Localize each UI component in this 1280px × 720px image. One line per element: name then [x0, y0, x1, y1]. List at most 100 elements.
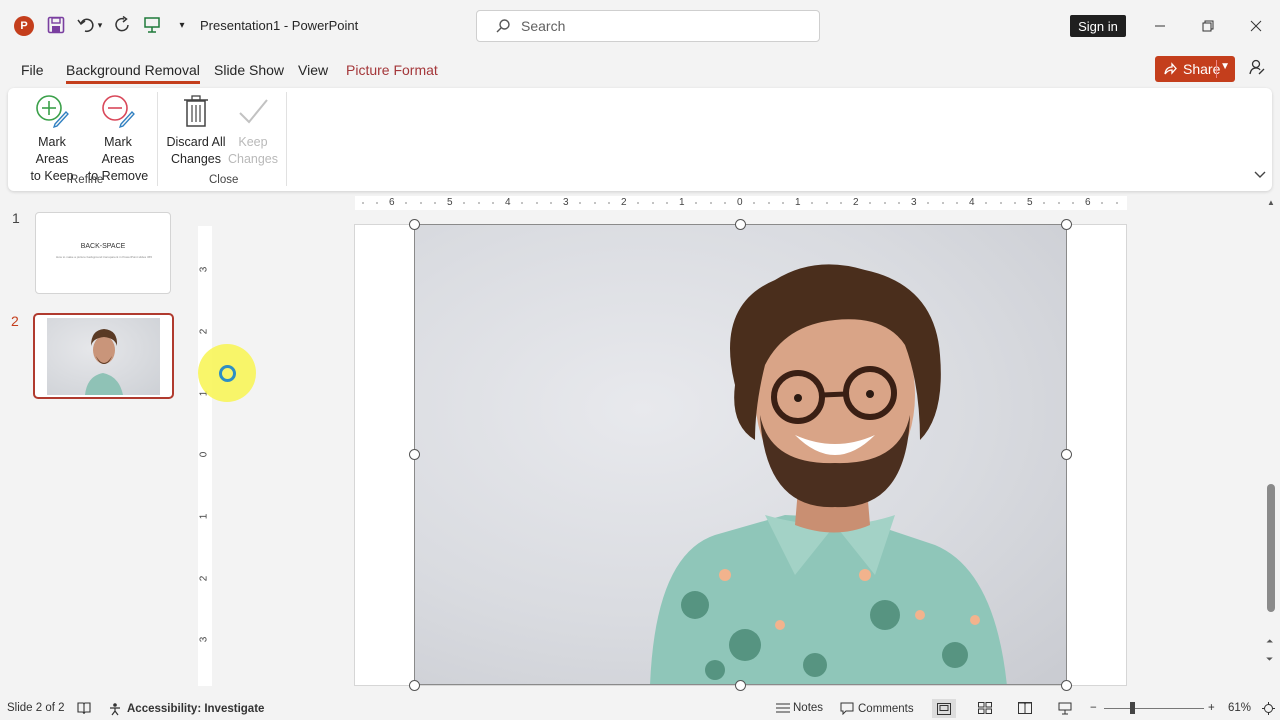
trash-icon [179, 94, 213, 128]
ribbon-collapse-icon[interactable] [1254, 168, 1266, 182]
keep-line1: Keep [238, 135, 268, 149]
ruler-label: 2 [198, 328, 210, 335]
resize-handle-left[interactable] [409, 449, 420, 460]
redo-icon[interactable] [112, 14, 134, 36]
notes-button[interactable]: Notes [776, 702, 823, 714]
sign-in-button[interactable]: Sign in [1070, 15, 1126, 37]
vertical-scrollbar[interactable]: ▲ ⏶ ⏷ [1262, 196, 1280, 696]
pencil-minus-icon [101, 94, 135, 128]
comment-icon [840, 702, 854, 715]
zoom-out-icon[interactable]: − [1090, 702, 1097, 714]
ruler-label: 1 [795, 197, 801, 208]
ribbon: Mark Areas to Keep Mark Areas to Remove … [8, 88, 1272, 191]
customize-toolbar-icon[interactable]: ▾ [171, 14, 193, 36]
share-icon [1164, 62, 1177, 75]
undo-dropdown-icon[interactable]: ▾ [94, 14, 106, 36]
ruler-label: 0 [198, 451, 210, 458]
ruler-label: 3 [911, 197, 917, 208]
tab-slide-show[interactable]: Slide Show [214, 62, 284, 78]
resize-handle-right[interactable] [1061, 449, 1072, 460]
mark-keep-line1: Mark Areas [35, 135, 69, 166]
ruler-label: 5 [447, 197, 453, 208]
slide-thumbnail-2[interactable] [33, 313, 174, 399]
cursor-ring-icon [219, 365, 236, 382]
search-icon [496, 19, 510, 33]
ruler-label: 5 [1027, 197, 1033, 208]
ruler-label: 3 [198, 266, 210, 273]
zoom-slider-thumb[interactable] [1130, 702, 1135, 714]
resize-handle-bottom-left[interactable] [409, 680, 420, 691]
scroll-up-icon[interactable]: ▲ [1267, 198, 1275, 207]
ruler-label: 1 [198, 513, 210, 520]
keep-changes-button[interactable]: Keep Changes [226, 94, 280, 168]
status-bar: Slide 2 of 2 Accessibility: Investigate … [0, 697, 1280, 720]
zoom-slider-track[interactable] [1104, 708, 1204, 709]
close-icon[interactable] [1244, 14, 1268, 38]
minimize-icon[interactable] [1148, 14, 1172, 38]
ruler-label: 3 [198, 636, 210, 643]
thumb-title: BACK-SPACE [80, 243, 126, 250]
save-icon[interactable] [45, 14, 67, 36]
share-dropdown-icon[interactable]: ▼ [1220, 61, 1230, 72]
slide-show-view-icon[interactable] [1058, 702, 1072, 715]
thumb-subtitle: How to make a picture background transpa… [55, 255, 153, 259]
zoom-level[interactable]: 61% [1228, 702, 1251, 714]
accessibility-icon [110, 703, 120, 716]
slide-number-2: 2 [11, 313, 19, 329]
group-separator [157, 92, 158, 186]
tab-file[interactable]: File [21, 62, 44, 78]
keep-line2: Changes [227, 152, 279, 166]
search-box[interactable]: Search [476, 10, 820, 42]
thumb-picture [47, 318, 160, 395]
ruler-label: 3 [563, 197, 569, 208]
resize-handle-top-left[interactable] [409, 219, 420, 230]
previous-slide-icon[interactable]: ⏶ [1266, 636, 1273, 647]
ruler-label: 2 [853, 197, 859, 208]
horizontal-ruler: 6 5 4 3 2 1 0 1 2 3 4 5 6 [355, 196, 1127, 210]
comments-pane-icon[interactable] [1248, 58, 1266, 81]
group-label-refine: Refine [70, 174, 104, 186]
mark-areas-to-remove-button[interactable]: Mark Areas to Remove [87, 94, 149, 185]
tab-picture-format[interactable]: Picture Format [346, 62, 438, 78]
tab-view[interactable]: View [298, 62, 328, 78]
tab-background-removal[interactable]: Background Removal [66, 62, 200, 84]
share-button[interactable]: Share ▼ [1155, 56, 1235, 82]
ruler-label: 4 [969, 197, 975, 208]
reading-view-icon[interactable] [1018, 702, 1032, 714]
ruler-label: 0 [737, 197, 743, 208]
ribbon-tabs: File Background Removal Slide Show View … [0, 52, 1280, 88]
resize-handle-top-right[interactable] [1061, 219, 1072, 230]
mark-keep-line2: to Keep [30, 169, 74, 183]
resize-handle-bottom-right[interactable] [1061, 680, 1072, 691]
restore-icon[interactable] [1196, 14, 1220, 38]
share-label: Share [1183, 61, 1221, 77]
scrollbar-thumb[interactable] [1267, 484, 1275, 612]
fit-slide-icon[interactable] [1262, 702, 1275, 715]
title-bar: P ▾ ▾ Presentation1 - PowerPoint Search … [0, 0, 1280, 52]
present-from-beginning-icon[interactable] [141, 14, 163, 36]
slide-thumbnail-1[interactable]: BACK-SPACE How to make a picture backgro… [35, 212, 171, 294]
notes-icon [776, 703, 790, 713]
group-label-close: Close [209, 174, 239, 186]
selected-picture[interactable] [414, 224, 1067, 685]
resize-handle-bottom[interactable] [735, 680, 746, 691]
comments-button[interactable]: Comments [840, 702, 914, 715]
mark-areas-to-keep-button[interactable]: Mark Areas to Keep [21, 94, 83, 185]
spelling-check-icon[interactable] [77, 702, 91, 715]
discard-line1: Discard All [166, 135, 226, 149]
discard-all-changes-button[interactable]: Discard All Changes [165, 94, 227, 168]
vertical-ruler: 3 2 1 0 1 2 3 [198, 226, 212, 686]
ruler-label: 6 [389, 197, 395, 208]
accessibility-checker[interactable]: Accessibility: Investigate [109, 702, 264, 716]
normal-view-icon[interactable] [932, 699, 956, 718]
resize-handle-top[interactable] [735, 219, 746, 230]
next-slide-icon[interactable]: ⏷ [1266, 654, 1273, 665]
accessibility-label: Accessibility: Investigate [127, 703, 265, 715]
zoom-in-icon[interactable]: + [1208, 702, 1215, 714]
ruler-label: 2 [621, 197, 627, 208]
slide-sorter-icon[interactable] [978, 702, 992, 714]
mark-remove-line1: Mark Areas [101, 135, 135, 166]
ruler-label: 6 [1085, 197, 1091, 208]
powerpoint-logo-icon: P [14, 16, 34, 36]
discard-line2: Changes [170, 152, 222, 166]
